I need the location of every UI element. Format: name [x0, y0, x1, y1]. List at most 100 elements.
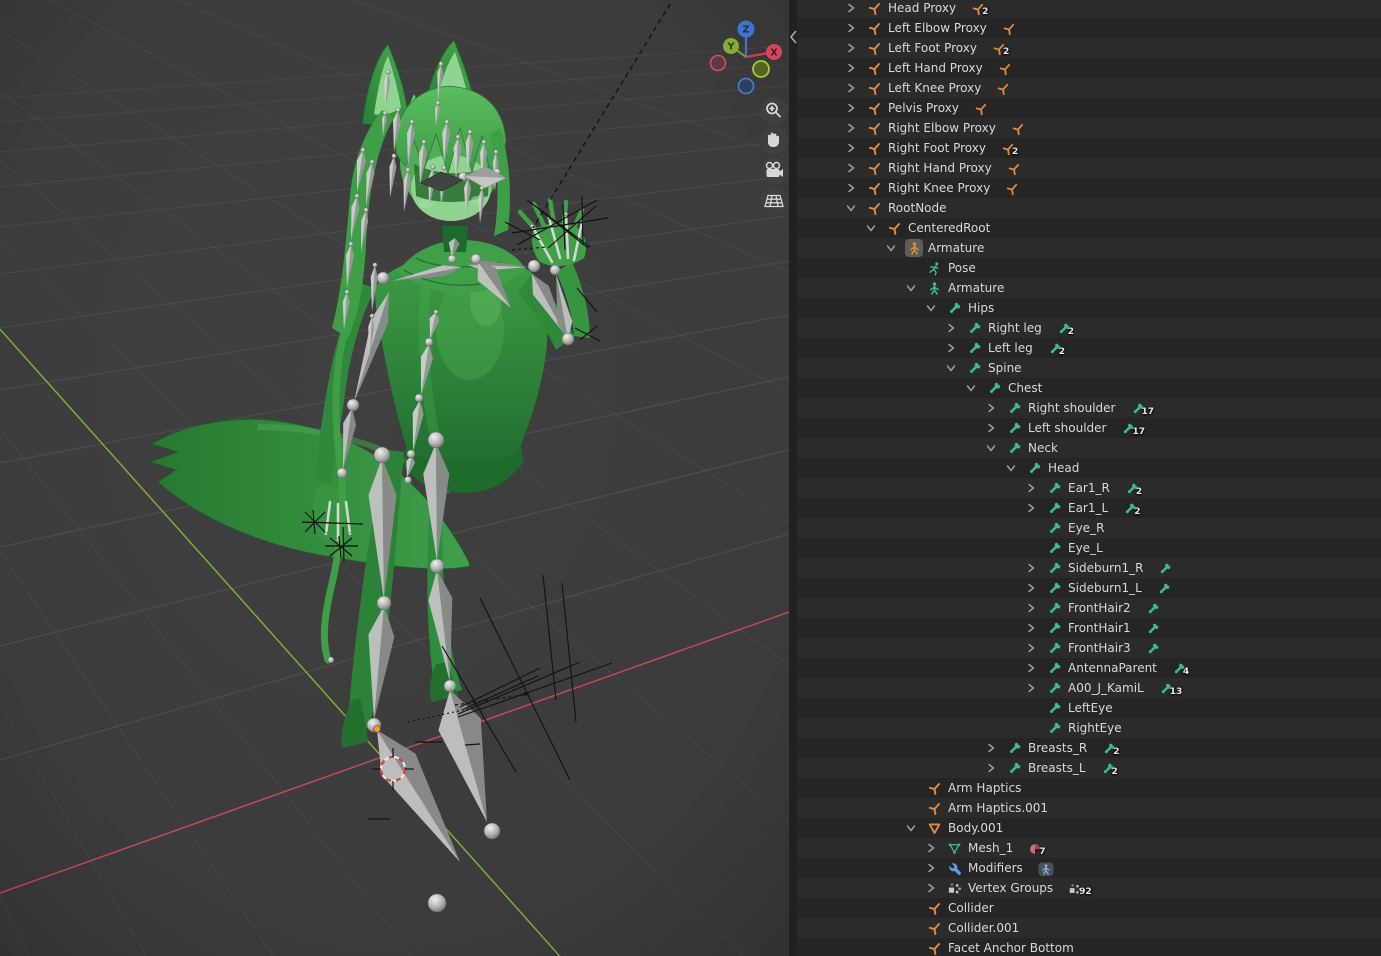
- outliner-row[interactable]: Arm Haptics.001: [797, 798, 1381, 818]
- outliner-row[interactable]: Right leg 2: [797, 318, 1381, 338]
- outliner-row[interactable]: Right Foot Proxy 2: [797, 138, 1381, 158]
- bone-icon: [1157, 582, 1171, 596]
- outliner-row[interactable]: FrontHair3: [797, 638, 1381, 658]
- outliner-row[interactable]: A00_J_KamiL 13: [797, 678, 1381, 698]
- outliner-row[interactable]: Breasts_L 2: [797, 758, 1381, 778]
- outliner-row[interactable]: Pose: [797, 258, 1381, 278]
- expand-arrow[interactable]: [925, 882, 937, 894]
- outliner-row[interactable]: Right Elbow Proxy: [797, 118, 1381, 138]
- pan-button[interactable]: [760, 127, 788, 155]
- outliner-row-label: Head: [1048, 461, 1079, 475]
- bone-icon-slot: [1025, 459, 1043, 477]
- viewport-3d[interactable]: Z Y X: [0, 0, 789, 956]
- expand-arrow[interactable]: [1025, 482, 1037, 494]
- outliner-row[interactable]: Left Hand Proxy: [797, 58, 1381, 78]
- outliner-row[interactable]: Modifiers: [797, 858, 1381, 878]
- outliner-row[interactable]: CenteredRoot: [797, 218, 1381, 238]
- expand-arrow[interactable]: [1025, 582, 1037, 594]
- outliner-row[interactable]: Facet Anchor Bottom: [797, 938, 1381, 956]
- expand-arrow[interactable]: [945, 322, 957, 334]
- grid-button[interactable]: [760, 187, 788, 215]
- expand-arrow[interactable]: [985, 422, 997, 434]
- outliner-row[interactable]: Sideburn1_R: [797, 558, 1381, 578]
- expand-arrow[interactable]: [1025, 642, 1037, 654]
- expand-arrow[interactable]: [905, 822, 917, 834]
- outliner-row[interactable]: Body.001: [797, 818, 1381, 838]
- outliner-row[interactable]: Eye_L: [797, 538, 1381, 558]
- outliner-row[interactable]: Sideburn1_L: [797, 578, 1381, 598]
- expand-arrow[interactable]: [985, 742, 997, 754]
- outliner-row[interactable]: Mesh_1 7: [797, 838, 1381, 858]
- expand-arrow[interactable]: [885, 242, 897, 254]
- outliner-row[interactable]: FrontHair2: [797, 598, 1381, 618]
- outliner-row[interactable]: Armature: [797, 238, 1381, 258]
- expand-arrow[interactable]: [985, 442, 997, 454]
- outliner-row[interactable]: Ear1_R 2: [797, 478, 1381, 498]
- expand-arrow[interactable]: [985, 402, 997, 414]
- outliner-row[interactable]: Left shoulder 17: [797, 418, 1381, 438]
- outliner-row[interactable]: Ear1_L 2: [797, 498, 1381, 518]
- expand-arrow[interactable]: [1025, 562, 1037, 574]
- outliner-row[interactable]: Head: [797, 458, 1381, 478]
- outliner-row[interactable]: Collider.001: [797, 918, 1381, 938]
- outliner-row[interactable]: Left Elbow Proxy: [797, 18, 1381, 38]
- expand-arrow[interactable]: [845, 2, 857, 14]
- outliner-row[interactable]: Breasts_R 2: [797, 738, 1381, 758]
- expand-arrow[interactable]: [985, 762, 997, 774]
- outliner-row[interactable]: Hips: [797, 298, 1381, 318]
- expand-arrow[interactable]: [1025, 682, 1037, 694]
- expand-arrow[interactable]: [925, 842, 937, 854]
- outliner-row[interactable]: LeftEye: [797, 698, 1381, 718]
- expand-arrow[interactable]: [925, 862, 937, 874]
- outliner-row[interactable]: Arm Haptics: [797, 778, 1381, 798]
- outliner-row[interactable]: FrontHair1: [797, 618, 1381, 638]
- expand-arrow[interactable]: [1025, 502, 1037, 514]
- expand-arrow[interactable]: [845, 122, 857, 134]
- outliner-row[interactable]: Neck: [797, 438, 1381, 458]
- gizmo-z-neg-ball[interactable]: [739, 79, 754, 94]
- expand-arrow[interactable]: [925, 302, 937, 314]
- expand-arrow[interactable]: [865, 222, 877, 234]
- outliner-row[interactable]: Collider: [797, 898, 1381, 918]
- outliner-panel[interactable]: Head Proxy 2 Left Elbow Proxy Left Foot …: [797, 0, 1381, 956]
- expand-arrow[interactable]: [905, 282, 917, 294]
- outliner-row[interactable]: RightEye: [797, 718, 1381, 738]
- expand-arrow[interactable]: [965, 382, 977, 394]
- outliner-row[interactable]: Armature: [797, 278, 1381, 298]
- outliner-row[interactable]: Left Foot Proxy 2: [797, 38, 1381, 58]
- outliner-row[interactable]: Right shoulder 17: [797, 398, 1381, 418]
- outliner-row[interactable]: Left Knee Proxy: [797, 78, 1381, 98]
- outliner-row[interactable]: Pelvis Proxy: [797, 98, 1381, 118]
- zoom-button[interactable]: [760, 97, 788, 125]
- expand-arrow[interactable]: [1025, 662, 1037, 674]
- expand-arrow[interactable]: [1005, 462, 1017, 474]
- outliner-row[interactable]: Eye_R: [797, 518, 1381, 538]
- expand-arrow[interactable]: [845, 82, 857, 94]
- outliner-row[interactable]: AntennaParent 4: [797, 658, 1381, 678]
- expand-arrow[interactable]: [845, 182, 857, 194]
- expand-arrow[interactable]: [845, 22, 857, 34]
- outliner-row[interactable]: Right Knee Proxy: [797, 178, 1381, 198]
- outliner-row[interactable]: Right Hand Proxy: [797, 158, 1381, 178]
- outliner-row[interactable]: Spine: [797, 358, 1381, 378]
- outliner-row[interactable]: Left leg 2: [797, 338, 1381, 358]
- expand-arrow[interactable]: [945, 362, 957, 374]
- expand-arrow[interactable]: [1025, 602, 1037, 614]
- expand-arrow[interactable]: [845, 202, 857, 214]
- expand-arrow[interactable]: [845, 102, 857, 114]
- expand-arrow[interactable]: [1025, 622, 1037, 634]
- outliner-row[interactable]: Vertex Groups 92: [797, 878, 1381, 898]
- outliner-row[interactable]: Head Proxy 2: [797, 0, 1381, 18]
- outliner-row[interactable]: RootNode: [797, 198, 1381, 218]
- editor-divider[interactable]: [789, 0, 797, 956]
- expand-arrow[interactable]: [845, 142, 857, 154]
- empty-icon-slot: [865, 119, 883, 137]
- gizmo-x-neg-ball[interactable]: [711, 56, 726, 71]
- expand-arrow[interactable]: [845, 162, 857, 174]
- expand-arrow[interactable]: [845, 62, 857, 74]
- expand-arrow[interactable]: [845, 42, 857, 54]
- gizmo-y-neg-ball[interactable]: [753, 61, 769, 77]
- expand-arrow[interactable]: [945, 342, 957, 354]
- outliner-row[interactable]: Chest: [797, 378, 1381, 398]
- camera-button[interactable]: [760, 157, 788, 185]
